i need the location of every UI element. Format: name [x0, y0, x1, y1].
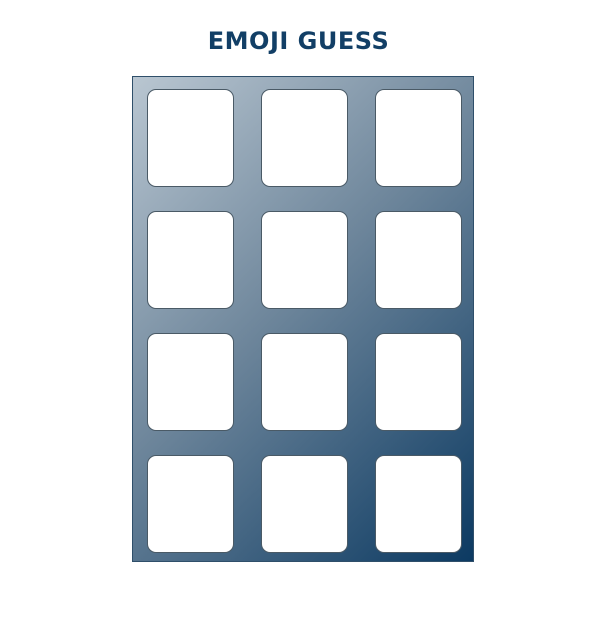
card-4[interactable] — [147, 211, 234, 309]
card-11[interactable] — [261, 455, 348, 553]
card-9[interactable] — [375, 333, 462, 431]
card-12[interactable] — [375, 455, 462, 553]
card-10[interactable] — [147, 455, 234, 553]
card-board — [132, 76, 474, 562]
card-5[interactable] — [261, 211, 348, 309]
card-3[interactable] — [375, 89, 462, 187]
game-title: EMOJI GUESS — [207, 27, 390, 55]
card-7[interactable] — [147, 333, 234, 431]
card-6[interactable] — [375, 211, 462, 309]
card-8[interactable] — [261, 333, 348, 431]
card-2[interactable] — [261, 89, 348, 187]
card-1[interactable] — [147, 89, 234, 187]
